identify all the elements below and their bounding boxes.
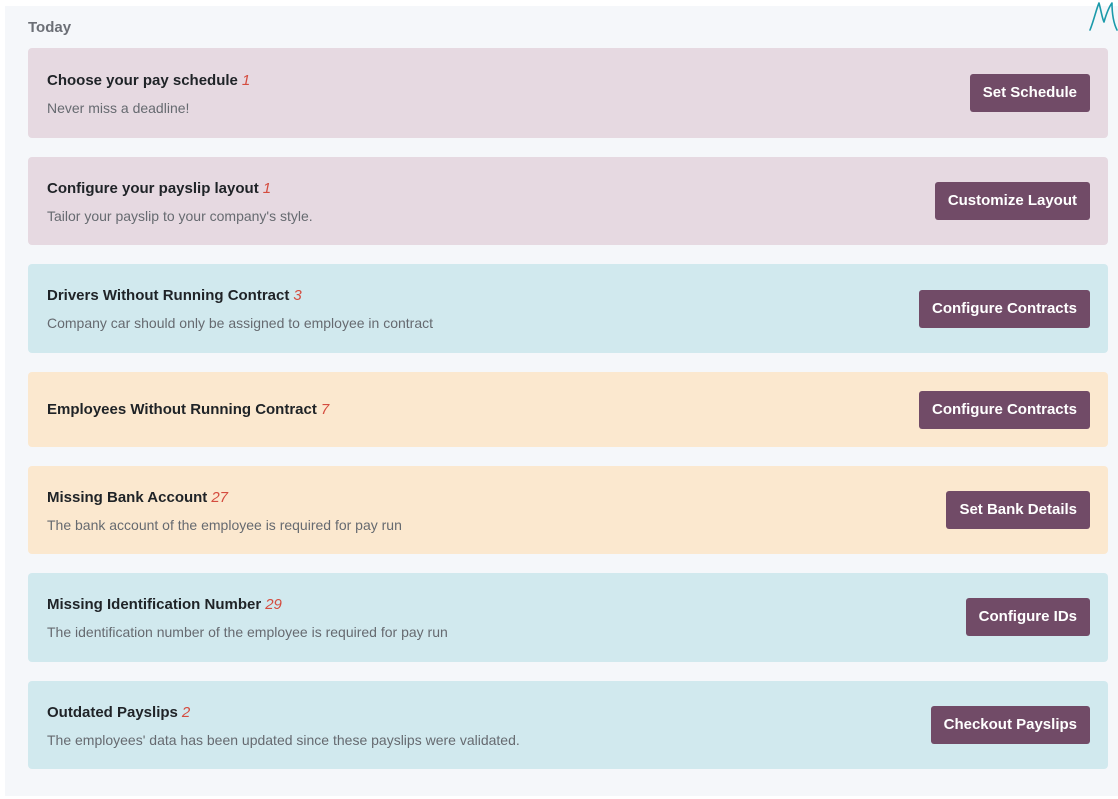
card-count: 1 [241, 72, 251, 89]
activity-card-pay-schedule: Choose your pay schedule 1 Never miss a d… [28, 48, 1108, 138]
set-schedule-button[interactable]: Set Schedule [969, 74, 1090, 112]
card-title-text: Outdated Payslips [47, 704, 178, 721]
activity-card-payslip-layout: Configure your payslip layout 1 Tailor yo… [28, 157, 1108, 245]
card-title: Missing Identification Number 29 [47, 596, 282, 613]
card-count: 27 [211, 489, 228, 506]
card-description: Company car should only be assigned to e… [47, 315, 433, 331]
activity-card-drivers-contract: Drivers Without Running Contract 3 Compan… [28, 264, 1108, 353]
card-description: Never miss a deadline! [47, 100, 190, 116]
configure-contracts-button[interactable]: Configure Contracts [918, 290, 1090, 328]
card-count: 7 [320, 401, 330, 418]
card-title-text: Missing Bank Account [47, 489, 208, 506]
card-title: Drivers Without Running Contract 3 [47, 287, 302, 304]
configure-ids-button[interactable]: Configure IDs [965, 598, 1090, 636]
set-bank-details-button[interactable]: Set Bank Details [946, 491, 1090, 529]
activity-card-bank-account: Missing Bank Account 27 The bank account … [28, 466, 1108, 554]
card-description: Tailor your payslip to your company's st… [47, 208, 313, 224]
checkout-payslips-button[interactable]: Checkout Payslips [930, 706, 1090, 744]
card-title: Configure your payslip layout 1 [47, 180, 271, 197]
card-title: Employees Without Running Contract 7 [47, 401, 329, 418]
card-title-text: Configure your payslip layout [47, 180, 259, 197]
card-count: 2 [181, 704, 191, 721]
card-title-text: Missing Identification Number [47, 596, 262, 613]
customize-layout-button[interactable]: Customize Layout [934, 182, 1090, 220]
card-count: 3 [293, 287, 302, 304]
card-count: 29 [265, 596, 282, 613]
activity-card-employees-contract: Employees Without Running Contract 7 Conf… [28, 372, 1108, 447]
card-title-text: Choose your pay schedule [47, 72, 238, 89]
card-description: The bank account of the employee is requ… [47, 517, 402, 533]
activity-card-outdated-payslips: Outdated Payslips 2 The employees' data h… [28, 681, 1108, 769]
section-title: Today [28, 19, 72, 36]
card-description: The identification number of the employe… [47, 624, 448, 640]
card-description: The employees' data has been updated sin… [47, 732, 520, 748]
card-title: Choose your pay schedule 1 [47, 72, 250, 89]
activity-card-identification-number: Missing Identification Number 29 The iden… [28, 573, 1108, 662]
card-title-text: Employees Without Running Contract [47, 401, 317, 418]
card-title: Outdated Payslips 2 [47, 704, 190, 721]
handwritten-logo-icon [1089, 2, 1118, 31]
configure-contracts-button[interactable]: Configure Contracts [918, 391, 1090, 429]
card-count: 1 [262, 180, 272, 197]
card-title-text: Drivers Without Running Contract [47, 287, 290, 304]
card-title: Missing Bank Account 27 [47, 489, 228, 506]
